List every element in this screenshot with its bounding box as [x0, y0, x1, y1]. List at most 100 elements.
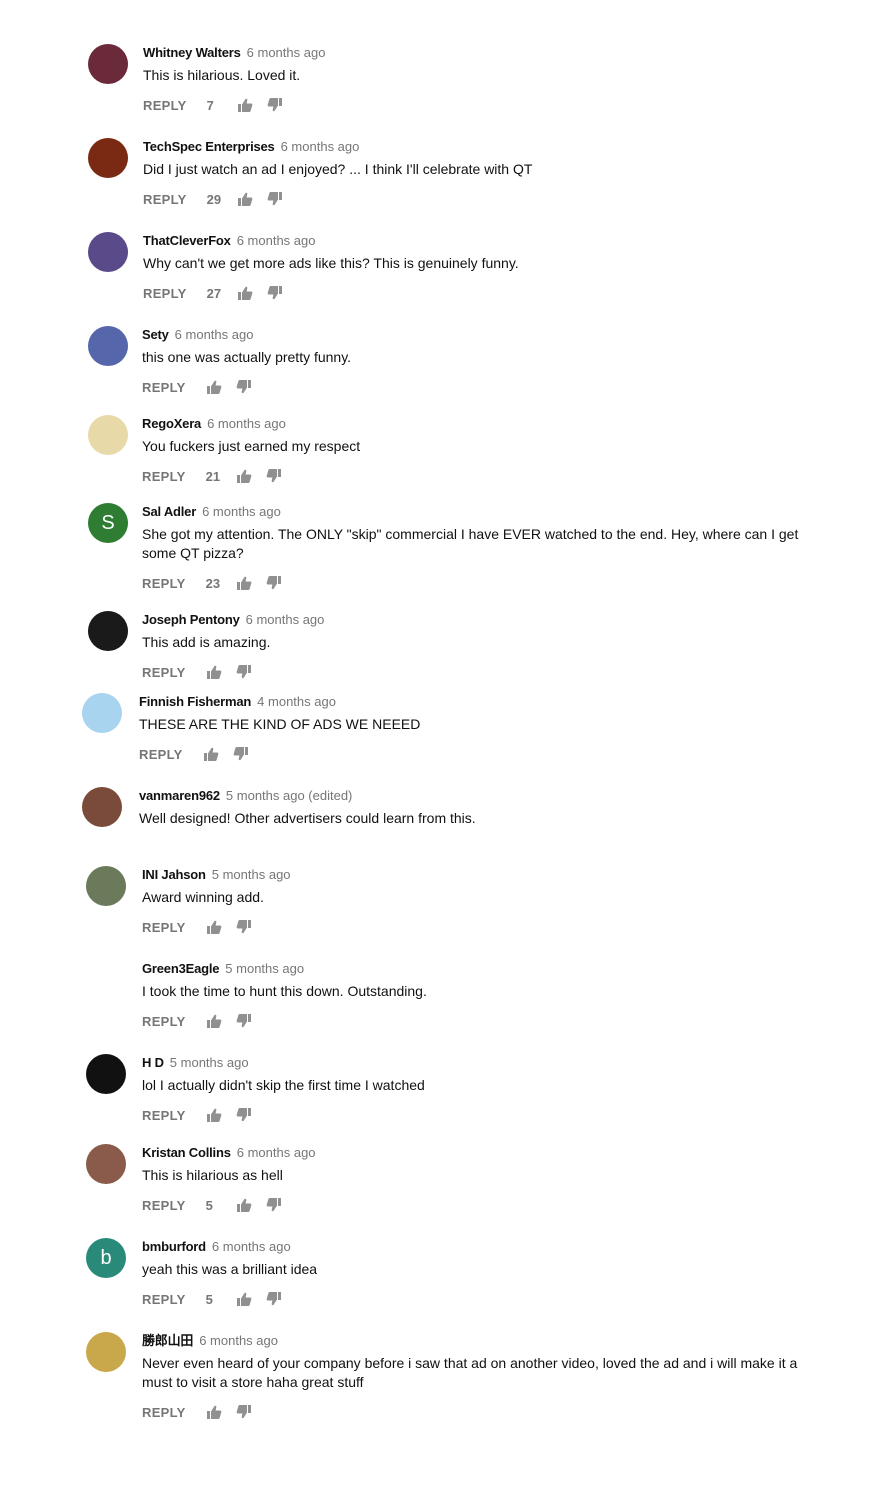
avatar[interactable]: [88, 326, 128, 366]
thumbs-down-icon[interactable]: [236, 919, 252, 935]
reply-button[interactable]: REPLY: [143, 192, 187, 207]
reply-button[interactable]: REPLY: [143, 286, 187, 301]
thumbs-up-icon[interactable]: [236, 1197, 252, 1213]
thumbs-down-icon[interactable]: [233, 746, 249, 762]
reply-button[interactable]: REPLY: [142, 920, 186, 935]
thumbs-down-icon[interactable]: [236, 1013, 252, 1029]
comment-timestamp[interactable]: 6 months ago: [175, 327, 254, 342]
comment-timestamp[interactable]: 5 months ago: [225, 961, 304, 976]
comment-timestamp[interactable]: 6 months ago: [212, 1239, 291, 1254]
thumbs-up-icon[interactable]: [237, 97, 253, 113]
avatar[interactable]: [82, 693, 122, 733]
thumbs-down-icon[interactable]: [266, 468, 282, 484]
avatar-letter: S: [101, 511, 115, 534]
avatar[interactable]: [88, 611, 128, 651]
comment-author[interactable]: 勝郎山田: [142, 1333, 193, 1348]
comment-timestamp[interactable]: 6 months ago: [237, 1145, 316, 1160]
comment-author[interactable]: Green3Eagle: [142, 961, 219, 976]
thumbs-down-icon[interactable]: [266, 1197, 282, 1213]
thumbs-up-icon[interactable]: [206, 1404, 222, 1420]
comment-author[interactable]: Sal Adler: [142, 504, 196, 519]
comment-author[interactable]: RegoXera: [142, 416, 201, 431]
comment-author[interactable]: Sety: [142, 327, 169, 342]
thumbs-down-icon[interactable]: [236, 379, 252, 395]
thumbs-down-icon[interactable]: [267, 191, 283, 207]
avatar[interactable]: S: [88, 503, 128, 543]
comment-timestamp[interactable]: 6 months ago: [199, 1333, 278, 1348]
avatar-letter: b: [100, 1246, 112, 1269]
reply-button[interactable]: REPLY: [142, 469, 186, 484]
thumbs-up-icon[interactable]: [206, 664, 222, 680]
thumbs-up-icon[interactable]: [236, 1291, 252, 1307]
comment-timestamp[interactable]: 6 months ago: [207, 416, 286, 431]
thumbs-up-icon[interactable]: [206, 1107, 222, 1123]
avatar[interactable]: [86, 866, 126, 906]
comment-timestamp[interactable]: 6 months ago: [202, 504, 281, 519]
comment-timestamp[interactable]: 5 months ago: [212, 867, 291, 882]
avatar[interactable]: [86, 1144, 126, 1184]
avatar[interactable]: [88, 232, 128, 272]
avatar[interactable]: [86, 1332, 126, 1372]
comment-actions: REPLY 5: [142, 1289, 802, 1309]
comment-actions: REPLY: [142, 1105, 802, 1125]
comment-timestamp[interactable]: 6 months ago: [247, 45, 326, 60]
comment-author[interactable]: Whitney Walters: [143, 45, 241, 60]
comment-author[interactable]: TechSpec Enterprises: [143, 139, 275, 154]
reply-button[interactable]: REPLY: [142, 1014, 186, 1029]
thumbs-up-icon[interactable]: [206, 379, 222, 395]
thumbs-down-icon[interactable]: [266, 1291, 282, 1307]
like-count: 5: [205, 1197, 213, 1213]
comment-author[interactable]: ThatCleverFox: [143, 233, 231, 248]
comment-author[interactable]: bmburford: [142, 1239, 206, 1254]
comment-author[interactable]: Finnish Fisherman: [139, 694, 251, 709]
comment-author[interactable]: Joseph Pentony: [142, 612, 240, 627]
avatar[interactable]: [88, 138, 128, 178]
comment-timestamp[interactable]: 4 months ago: [257, 694, 336, 709]
like-count: 7: [206, 97, 214, 113]
comment-author[interactable]: INI Jahson: [142, 867, 206, 882]
reply-button[interactable]: REPLY: [142, 576, 186, 591]
thumbs-down-icon[interactable]: [266, 575, 282, 591]
avatar[interactable]: [86, 960, 126, 1000]
thumbs-up-icon[interactable]: [237, 191, 253, 207]
thumbs-up-icon[interactable]: [203, 746, 219, 762]
reply-button[interactable]: REPLY: [142, 1198, 186, 1213]
comment-timestamp[interactable]: 5 months ago (edited): [226, 788, 352, 803]
reply-button[interactable]: REPLY: [139, 747, 183, 762]
comment-text: Well designed! Other advertisers could l…: [139, 810, 476, 826]
comment-author[interactable]: H D: [142, 1055, 164, 1070]
thumbs-down-icon[interactable]: [267, 285, 283, 301]
reply-button[interactable]: REPLY: [142, 1292, 186, 1307]
thumbs-up-icon[interactable]: [236, 468, 252, 484]
reply-button[interactable]: REPLY: [142, 665, 186, 680]
comment-actions: REPLY: [142, 917, 802, 937]
avatar[interactable]: b: [86, 1238, 126, 1278]
comment-timestamp[interactable]: 6 months ago: [237, 233, 316, 248]
reply-button[interactable]: REPLY: [143, 98, 187, 113]
avatar[interactable]: [88, 44, 128, 84]
avatar[interactable]: [88, 415, 128, 455]
comment-text: THESE ARE THE KIND OF ADS WE NEEED: [139, 716, 421, 732]
comment-text: You fuckers just earned my respect: [142, 438, 361, 454]
thumbs-up-icon[interactable]: [206, 919, 222, 935]
like-count: 5: [205, 1291, 213, 1307]
thumbs-down-icon[interactable]: [267, 97, 283, 113]
comment-author[interactable]: Kristan Collins: [142, 1145, 231, 1160]
comment-author[interactable]: vanmaren962: [139, 788, 220, 803]
thumbs-down-icon[interactable]: [236, 1107, 252, 1123]
avatar[interactable]: [82, 787, 122, 827]
reply-button[interactable]: REPLY: [142, 380, 186, 395]
reply-button[interactable]: REPLY: [142, 1108, 186, 1123]
like-count: 27: [206, 285, 222, 301]
comment-text: This is hilarious as hell: [142, 1167, 283, 1183]
comment-timestamp[interactable]: 5 months ago: [170, 1055, 249, 1070]
thumbs-up-icon[interactable]: [237, 285, 253, 301]
comment-timestamp[interactable]: 6 months ago: [246, 612, 325, 627]
comment-timestamp[interactable]: 6 months ago: [281, 139, 360, 154]
thumbs-down-icon[interactable]: [236, 664, 252, 680]
reply-button[interactable]: REPLY: [142, 1405, 186, 1420]
thumbs-up-icon[interactable]: [236, 575, 252, 591]
avatar[interactable]: [86, 1054, 126, 1094]
thumbs-up-icon[interactable]: [206, 1013, 222, 1029]
thumbs-down-icon[interactable]: [236, 1404, 252, 1420]
